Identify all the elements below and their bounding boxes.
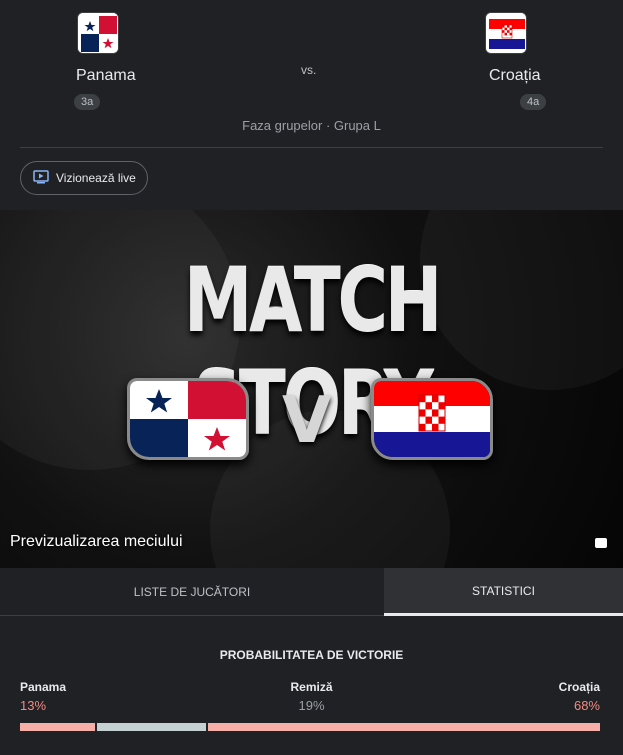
away-probability-value: 68% — [573, 698, 600, 713]
video-caption: Previzualizarea meciului — [10, 533, 183, 550]
home-probability-bar — [20, 723, 95, 731]
home-team-rank: 3a — [74, 94, 101, 110]
watch-live-label: Vizionează live — [56, 171, 136, 185]
tv-play-icon — [33, 169, 49, 187]
header-divider — [20, 147, 603, 148]
draw-probability-value: 19% — [298, 698, 325, 713]
versus-label: vs. — [301, 63, 317, 77]
away-probability-label: Croația — [558, 680, 600, 694]
win-probability-panel: PROBABILITATEA DE VICTORIE Panama 13% Re… — [0, 616, 623, 755]
match-stage: Faza grupelor · Grupa L — [242, 118, 381, 133]
tab-statistics[interactable]: STATISTICI — [384, 568, 623, 616]
away-team-rank: 4a — [520, 94, 547, 110]
panama-flag-icon[interactable] — [77, 12, 119, 54]
match-header: Panama 3a vs. Croația 4a Faza grupelor ·… — [0, 0, 623, 210]
croatia-flag-large-icon — [371, 378, 493, 460]
croatia-flag-icon[interactable] — [485, 12, 527, 54]
tab-lineups[interactable]: LISTE DE JUCĂTORI — [0, 568, 384, 616]
draw-probability-label: Remiză — [290, 680, 333, 694]
away-probability-bar — [208, 723, 600, 731]
watch-live-button[interactable]: Vizionează live — [20, 161, 148, 195]
win-probability-title: PROBABILITATEA DE VICTORIE — [219, 648, 404, 662]
video-versus: V — [282, 384, 332, 458]
panama-flag-large-icon — [127, 378, 249, 460]
tab-bar: LISTE DE JUCĂTORI STATISTICI — [0, 568, 623, 616]
match-preview-video[interactable]: MATCH STORY V Previzualizarea meciului — [0, 210, 623, 568]
draw-probability-bar — [96, 723, 207, 731]
video-badge-icon — [595, 538, 607, 548]
home-team-name[interactable]: Panama — [76, 67, 136, 85]
away-team-name[interactable]: Croația — [489, 67, 541, 85]
